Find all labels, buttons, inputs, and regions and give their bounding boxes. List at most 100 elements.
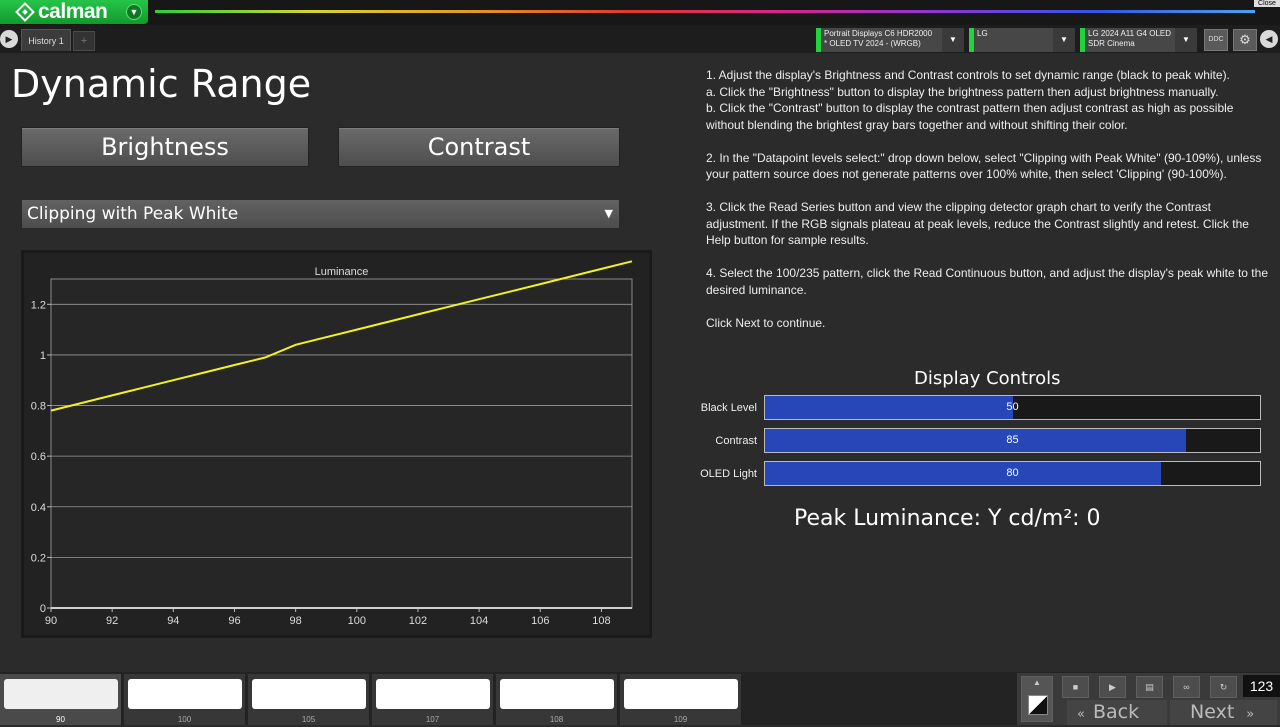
y-tick-label: 0.2 [31, 552, 46, 564]
pattern-thumb[interactable]: 107 [372, 674, 494, 725]
pattern-thumb[interactable]: 100 [124, 674, 246, 725]
pattern-swatch [624, 679, 738, 709]
read-button[interactable]: ▶ [1099, 676, 1126, 698]
title-bar: calman ▼ Close [0, 0, 1280, 25]
instruction-step-4: 4. Select the 100/235 pattern, click the… [706, 266, 1268, 297]
instruction-step-3: 3. Click the Read Series button and view… [706, 200, 1249, 247]
contrast-value: 85 [1006, 434, 1019, 446]
sequence-counter: 123 [1243, 675, 1280, 697]
black-level-value: 50 [1006, 401, 1019, 413]
y-tick-label: 0.8 [31, 401, 46, 413]
pattern-swatch [4, 679, 118, 709]
up-arrow-icon: ▲ [1033, 678, 1041, 687]
x-tick-label: 98 [290, 615, 302, 627]
pattern-label: 90 [56, 715, 65, 724]
chevron-down-icon: ▼ [1175, 28, 1197, 52]
luminance-chart-svg: Luminance 0 0.2 0.4 0.6 0.8 1 1.2 90 92 94 96 98 100 1… [31, 260, 633, 627]
pattern-label: 109 [673, 715, 688, 724]
next-label: Next [1190, 701, 1235, 723]
settings-button[interactable]: ⚙ [1233, 29, 1257, 51]
infinity-icon: ∞ [1183, 682, 1190, 692]
instruction-continue: Click Next to continue. [706, 315, 826, 330]
instruction-step-1: 1. Adjust the display's Brightness and C… [706, 68, 1234, 132]
pattern-swatch [500, 679, 614, 709]
x-tick-label: 104 [470, 615, 488, 627]
x-tick-label: 94 [167, 615, 179, 627]
pattern-swatch [128, 679, 242, 709]
pattern-thumb[interactable]: 90 [0, 674, 122, 725]
x-tick-label: 106 [531, 615, 549, 627]
x-tick-label: 90 [45, 615, 57, 627]
peak-luminance-readout: Peak Luminance: Y cd/m²: 0 [794, 506, 1101, 531]
y-tick-label: 0.4 [31, 502, 46, 514]
pattern-window-icon [1028, 695, 1048, 715]
instructions-text: 1. Adjust the display's Brightness and C… [706, 67, 1268, 348]
oled-light-value: 80 [1006, 467, 1019, 479]
chart-title: Luminance [315, 266, 369, 278]
contrast-slider[interactable]: 85 [764, 428, 1261, 453]
x-tick-label: 100 [348, 615, 366, 627]
navigation-panel: ▲ ■ ▶ ▤ ∞ ↻ « Back Next » [1017, 673, 1280, 725]
y-tick-label: 0 [40, 603, 46, 615]
read-continuous-button[interactable]: ∞ [1173, 676, 1200, 698]
calman-logo-icon [15, 2, 35, 22]
datapoint-levels-select[interactable]: Clipping with Peak White ▼ [21, 199, 620, 229]
refresh-button[interactable]: ↻ [1210, 676, 1237, 698]
pattern-swatch [376, 679, 490, 709]
calman-menu-button[interactable]: calman ▼ [0, 0, 148, 24]
x-tick-label: 108 [592, 615, 610, 627]
source-selector[interactable]: LG ▼ [969, 28, 1075, 52]
play-icon: ▶ [5, 34, 13, 44]
pattern-label: 108 [549, 715, 564, 724]
color-strip [155, 10, 1255, 13]
meter-selector[interactable]: Portrait Displays C6 HDR2000 * OLED TV 2… [816, 28, 964, 52]
back-button[interactable]: « Back [1067, 700, 1167, 725]
close-button[interactable]: Close [1254, 0, 1280, 7]
contrast-label: Contrast [715, 435, 757, 447]
contrast-button[interactable]: Contrast [338, 127, 620, 167]
stop-button[interactable]: ■ [1062, 676, 1089, 698]
pattern-label: 107 [425, 715, 440, 724]
display-controls-title: Display Controls [914, 368, 1061, 389]
y-tick-label: 1 [40, 350, 46, 362]
x-tick-label: 102 [409, 615, 427, 627]
black-level-slider[interactable]: 50 [764, 395, 1261, 420]
expand-left-button[interactable]: ▶ [0, 30, 18, 48]
stop-icon: ■ [1072, 682, 1079, 692]
datapoint-levels-value: Clipping with Peak White [27, 204, 239, 224]
pattern-thumb[interactable]: 105 [248, 674, 370, 725]
y-tick-label: 1.2 [31, 299, 46, 311]
pattern-label: 100 [177, 715, 192, 724]
app-logo-text: calman [38, 0, 108, 23]
black-level-label: Black Level [700, 402, 757, 414]
gear-icon: ⚙ [1239, 32, 1251, 47]
pattern-label: 105 [301, 715, 316, 724]
double-chevron-left-icon: « [1077, 707, 1085, 722]
ddc-button[interactable]: DDC [1204, 29, 1228, 51]
display-selector[interactable]: LG 2024 A11 G4 OLED SDR Cinema ▼ [1080, 28, 1197, 52]
oled-light-label: OLED Light [700, 468, 757, 480]
y-tick-label: 0.6 [31, 451, 46, 463]
x-tick-label: 92 [106, 615, 118, 627]
arrow-left-icon: ◀ [1265, 34, 1273, 44]
page-title: Dynamic Range [11, 62, 312, 106]
collapse-right-button[interactable]: ◀ [1260, 30, 1278, 48]
back-label: Back [1092, 701, 1140, 723]
tab-history-1[interactable]: History 1 [21, 29, 71, 51]
chevron-down-icon: ▼ [942, 28, 964, 52]
play-icon: ▶ [1109, 682, 1116, 692]
add-tab-button[interactable]: + [73, 31, 95, 51]
chevron-down-icon: ▼ [604, 207, 613, 220]
double-chevron-right-icon: » [1246, 707, 1255, 722]
chevron-down-icon: ▼ [126, 4, 142, 20]
pattern-thumb[interactable]: 109 [620, 674, 742, 725]
tab-bar: ▶ History 1 + Portrait Displays C6 HDR20… [0, 25, 1280, 53]
brightness-button[interactable]: Brightness [21, 127, 309, 167]
next-button[interactable]: Next » [1170, 700, 1277, 725]
pattern-thumb[interactable]: 108 [496, 674, 618, 725]
read-series-button[interactable]: ▤ [1136, 676, 1163, 698]
oled-light-slider[interactable]: 80 [764, 461, 1261, 486]
series-icon: ▤ [1145, 682, 1154, 692]
pattern-toggle-button[interactable]: ▲ [1021, 676, 1053, 722]
instruction-step-2: 2. In the "Datapoint levels select:" dro… [706, 150, 1262, 182]
